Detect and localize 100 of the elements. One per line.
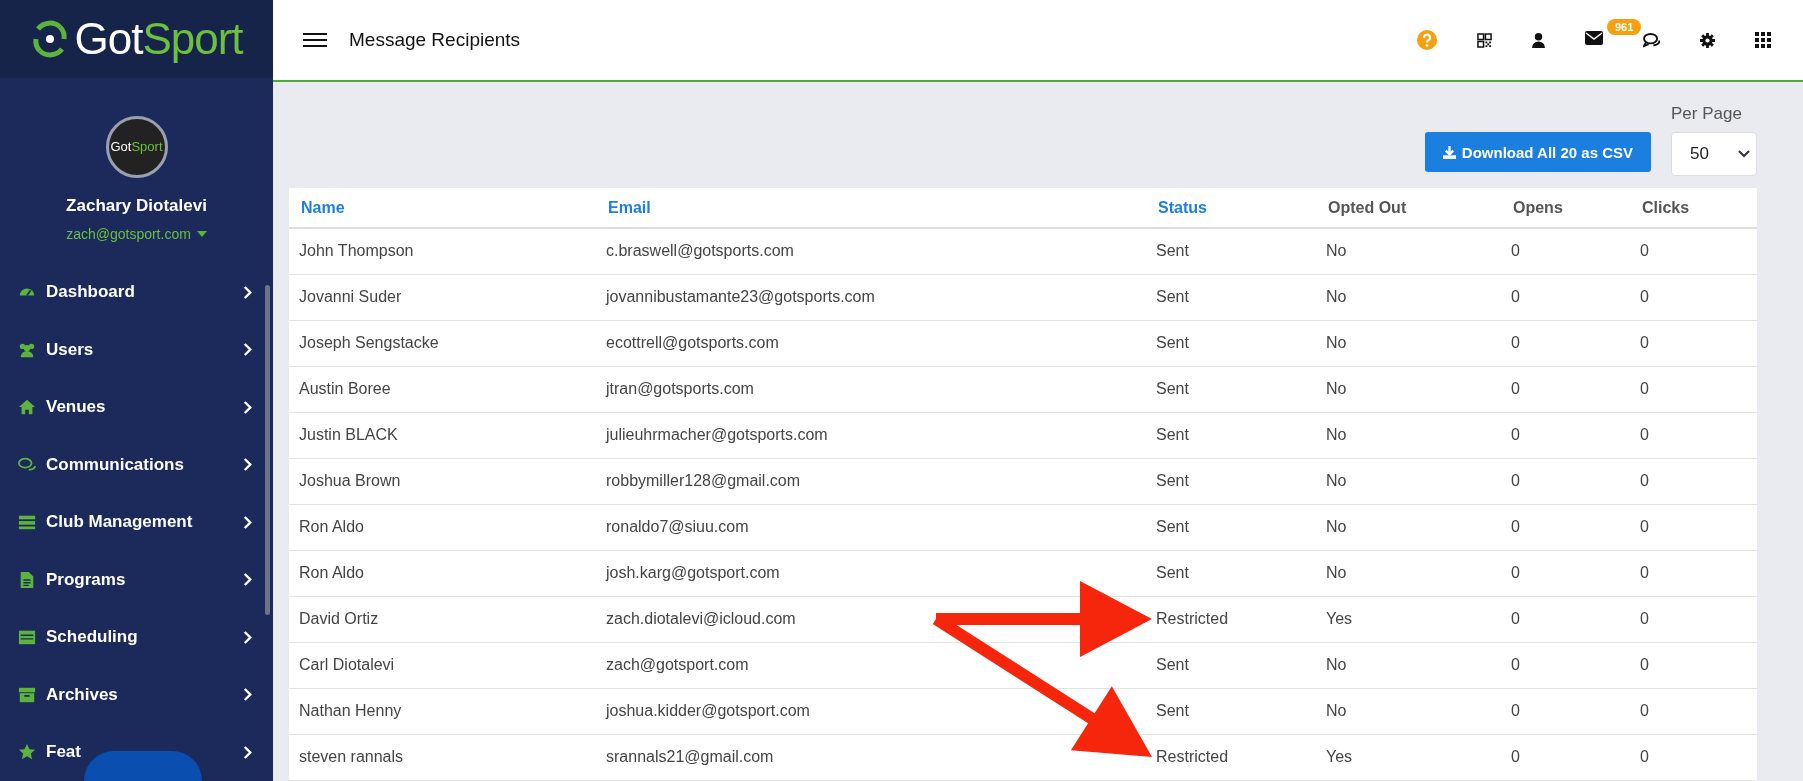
table-cell: No [1316,504,1501,550]
table-cell: jtran@gotsports.com [596,366,1146,412]
table-cell: 0 [1501,504,1630,550]
table-cell: 0 [1501,642,1630,688]
chevron-right-icon [242,744,253,760]
list-icon [18,513,36,532]
table-cell: 0 [1501,412,1630,458]
caret-icon [196,230,207,237]
table-cell: Justin BLACK [289,412,596,458]
table-cell: 0 [1630,458,1757,504]
archive-icon [18,685,36,704]
table-cell: Ron Aldo [289,504,596,550]
table-cell: 0 [1630,412,1757,458]
column-header: Opted Out [1316,188,1501,228]
table-cell: Sent [1146,228,1316,274]
logo-text: GotSport [74,13,243,64]
sidebar-menu-item[interactable]: Communications [0,436,273,494]
column-header[interactable]: Email [596,188,1146,228]
chevron-right-icon [242,342,253,358]
page-title: Message Recipients [349,29,522,51]
table-cell: Sent [1146,642,1316,688]
table-cell: John Thompson [289,228,596,274]
table-cell: 0 [1501,550,1630,596]
table-cell: 0 [1630,320,1757,366]
table-cell: Joshua Brown [289,458,596,504]
chevron-right-icon [242,514,253,530]
column-header: Clicks [1630,188,1757,228]
table-cell: 0 [1630,596,1757,642]
table-cell: Carl Diotalevi [289,642,596,688]
table-cell: Sent [1146,688,1316,734]
table-cell: 0 [1501,688,1630,734]
table-cell: steven rannals [289,734,596,780]
column-header: Opens [1501,188,1630,228]
table-cell: 0 [1501,274,1630,320]
settings-icon[interactable] [1700,32,1715,48]
table-cell: No [1316,320,1501,366]
envelope-icon[interactable] [1585,31,1603,45]
avatar-logo: GotSport [105,115,168,178]
table-cell: No [1316,274,1501,320]
table-cell: 0 [1630,642,1757,688]
table-cell: Sent [1146,320,1316,366]
table-cell: robbymiller128@gmail.com [596,458,1146,504]
table-cell: No [1316,642,1501,688]
table-cell: Sent [1146,458,1316,504]
table-cell: Sent [1146,412,1316,458]
table-cell: No [1316,550,1501,596]
column-header[interactable]: Status [1146,188,1316,228]
table-cell: 0 [1630,274,1757,320]
table-cell: No [1316,688,1501,734]
user-email-dropdown[interactable]: zach@gotsport.com [66,225,207,242]
file-icon [18,570,36,589]
table-cell: 0 [1501,228,1630,274]
notification-badge: 961 [1607,19,1642,35]
chevron-right-icon [242,687,253,703]
table-cell: 0 [1630,366,1757,412]
user-name: Zachary Diotalevi [66,195,207,216]
sidebar-menu-item[interactable]: Users [0,321,273,379]
menu-icon[interactable] [303,33,327,47]
per-page-label: Per Page [1671,104,1743,124]
table-cell: 0 [1501,734,1630,780]
star-icon [18,743,36,762]
table-cell: No [1316,412,1501,458]
chevron-right-icon [242,399,253,415]
download-icon [1442,145,1456,159]
table-cell: ecottrell@gotsports.com [596,320,1146,366]
table-cell: Austin Boree [289,366,596,412]
table-cell: 0 [1630,228,1757,274]
sidebar-menu-item[interactable]: Dashboard [0,263,273,321]
column-header[interactable]: Name [289,188,596,228]
table-cell: Ron Aldo [289,550,596,596]
table-cell: Sent [1146,366,1316,412]
table-cell: Sent [1146,504,1316,550]
qr-code-icon[interactable] [1477,32,1492,48]
table-cell: David Ortiz [289,596,596,642]
chevron-right-icon [242,629,253,645]
sidebar-menu-item[interactable]: Club Management [0,493,273,551]
per-page-select[interactable]: 50 [1671,132,1757,176]
chat-icon[interactable] [1643,32,1660,48]
table-cell: 0 [1630,688,1757,734]
sidebar-menu-item[interactable]: Venues [0,378,273,436]
sidebar-menu-item[interactable]: Scheduling [0,608,273,666]
table-cell: Joseph Sengstacke [289,320,596,366]
table-cell: ronaldo7@siuu.com [596,504,1146,550]
download-csv-button[interactable]: Download All 20 as CSV [1424,132,1651,172]
table-cell: No [1316,458,1501,504]
table-cell: c.braswell@gotsports.com [596,228,1146,274]
table-cell: Jovanni Suder [289,274,596,320]
table-cell: Sent [1146,274,1316,320]
sidebar-menu-item[interactable]: Archives [0,666,273,724]
table-cell: 0 [1630,504,1757,550]
sidebar-menu-item[interactable]: Programs [0,551,273,609]
table-cell: 0 [1501,320,1630,366]
user-icon[interactable] [1532,32,1545,48]
apps-grid-icon[interactable] [1755,32,1771,48]
calendar-icon [18,628,36,647]
chevron-right-icon [242,457,253,473]
chevron-right-icon [242,284,253,300]
table-cell: 0 [1501,366,1630,412]
table-cell: Yes [1316,596,1501,642]
sidebar-menu-item[interactable]: Feat [0,723,273,781]
